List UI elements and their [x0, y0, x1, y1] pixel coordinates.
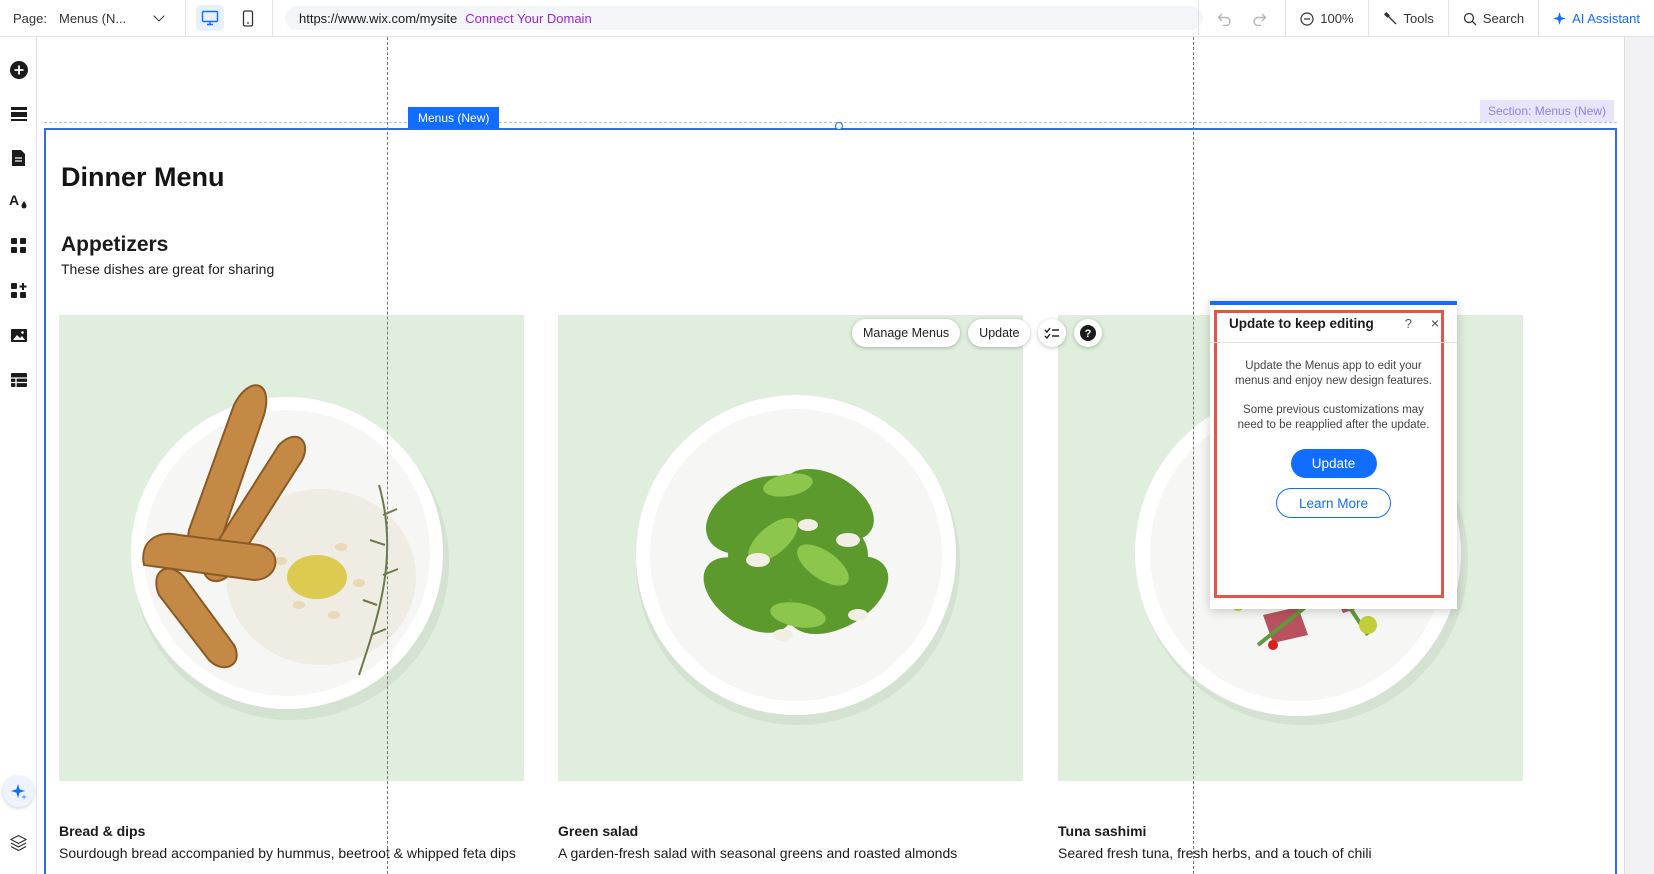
checklist-icon: [1044, 327, 1060, 339]
layers-icon[interactable]: [8, 832, 29, 853]
manage-menus-button[interactable]: Manage Menus: [852, 319, 961, 347]
dish-name: Bread & dips: [59, 823, 146, 839]
search-button[interactable]: Search: [1447, 0, 1538, 37]
wrench-icon: [1383, 12, 1396, 25]
search-icon: [1463, 12, 1477, 25]
resize-handle[interactable]: [835, 122, 843, 130]
connect-domain-link[interactable]: Connect Your Domain: [465, 11, 591, 26]
redo-icon[interactable]: [1251, 12, 1267, 26]
media-icon[interactable]: [8, 325, 29, 346]
design-icon[interactable]: A: [8, 190, 29, 211]
close-icon[interactable]: ×: [1431, 315, 1439, 331]
cms-icon[interactable]: [8, 369, 29, 390]
device-switcher: [186, 0, 273, 37]
help-icon: ?: [1080, 325, 1097, 341]
ai-sparkle-icon[interactable]: [3, 776, 34, 807]
page-selector[interactable]: Page: Menus (N...: [0, 0, 186, 37]
business-apps-icon[interactable]: [8, 280, 29, 301]
tools-label: Tools: [1403, 11, 1434, 26]
ai-assistant-button[interactable]: AI Assistant: [1538, 0, 1654, 37]
floating-toolbar: Manage Menus Update ?: [852, 319, 1103, 347]
section-boundary: [44, 122, 1617, 123]
tools-button[interactable]: Tools: [1367, 0, 1448, 37]
sections-icon[interactable]: [8, 103, 29, 124]
pages-icon[interactable]: [8, 147, 29, 168]
update-panel: Update to keep editing ? × Update the Me…: [1210, 301, 1457, 609]
mobile-view-button[interactable]: [234, 5, 262, 31]
canvas-scroll-area: [1617, 37, 1654, 874]
svg-text:A: A: [9, 192, 19, 208]
dish-image-green-salad: [558, 315, 1023, 781]
apps-icon[interactable]: [8, 235, 29, 256]
ai-assistant-label: AI Assistant: [1572, 11, 1640, 26]
panel-header: Update to keep editing ? ×: [1210, 305, 1457, 343]
menu-section-description: These dishes are great for sharing: [61, 261, 275, 277]
site-url: https://www.wix.com/mysite: [299, 10, 458, 26]
section-tag[interactable]: Section: Menus (New): [1480, 100, 1615, 122]
sparkle-icon: [1553, 12, 1567, 25]
canvas-edge: [1624, 37, 1654, 874]
dish-name: Green salad: [558, 823, 639, 839]
dish-image-bread-dips: [59, 315, 524, 781]
component-tag[interactable]: Menus (New): [408, 107, 500, 129]
desktop-icon: [201, 10, 219, 26]
mobile-icon: [242, 9, 254, 27]
topbar-right: 100% Tools Search AI Assistant: [1198, 0, 1654, 37]
svg-text:?: ?: [1085, 328, 1092, 340]
undo-redo: [1198, 0, 1285, 37]
checklist-button[interactable]: [1038, 319, 1067, 347]
layout-guide-right: [1193, 37, 1194, 874]
chevron-down-icon[interactable]: [153, 10, 165, 22]
help-button[interactable]: ?: [1074, 319, 1103, 347]
help-icon[interactable]: ?: [1405, 316, 1412, 331]
menu-section-title: Appetizers: [61, 233, 169, 256]
menu-title: Dinner Menu: [61, 162, 225, 192]
panel-title: Update to keep editing: [1229, 316, 1374, 331]
highlight-frame: [1214, 310, 1444, 598]
editor-canvas[interactable]: Menus (New) Section: Menus (New) Dinner …: [37, 37, 1617, 874]
update-button[interactable]: Update: [968, 319, 1031, 347]
dish-description: Seared fresh tuna, fresh herbs, and a to…: [1058, 845, 1372, 861]
zoom-out-icon: [1300, 11, 1314, 26]
dish-description: A garden-fresh salad with seasonal green…: [558, 845, 958, 861]
zoom-level: 100%: [1320, 11, 1354, 26]
layout-guide-left: [387, 37, 388, 874]
dish-description: Sourdough bread accompanied by hummus, b…: [59, 845, 516, 861]
editor-left-bar: A: [0, 37, 37, 874]
desktop-view-button[interactable]: [196, 5, 224, 31]
undo-icon[interactable]: [1217, 12, 1233, 26]
dish-name: Tuna sashimi: [1058, 823, 1147, 839]
add-icon[interactable]: [8, 59, 29, 80]
site-url-bar[interactable]: https://www.wix.com/mysite Connect Your …: [285, 6, 1203, 30]
editor-topbar: Page: Menus (N... https://www.wix.com/my…: [0, 0, 1654, 37]
zoom-control[interactable]: 100%: [1285, 0, 1367, 37]
page-value[interactable]: Menus (N...: [59, 11, 139, 26]
search-label: Search: [1482, 11, 1525, 26]
page-label: Page:: [13, 10, 47, 26]
